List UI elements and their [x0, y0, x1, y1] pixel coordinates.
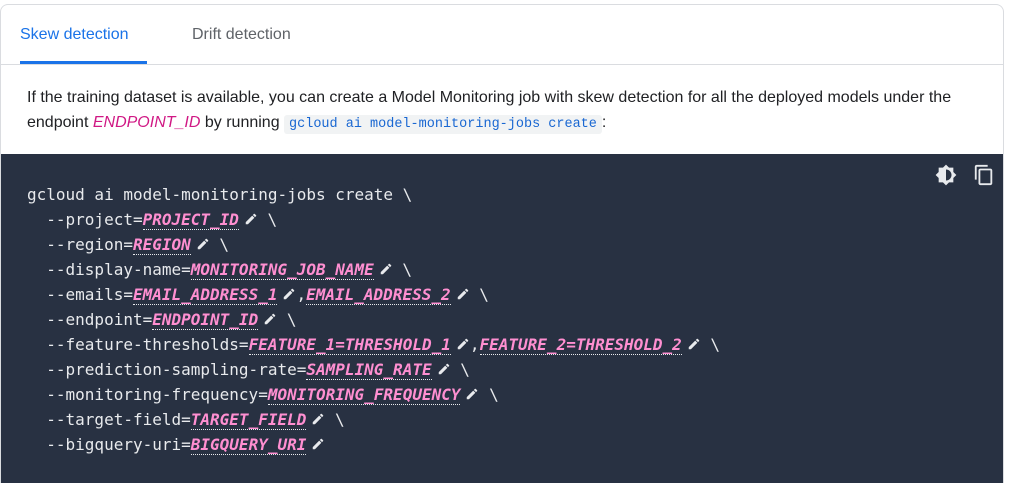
code-line-continuation: \ — [469, 285, 489, 304]
edit-icon[interactable] — [437, 362, 451, 376]
dark-theme-icon[interactable] — [935, 164, 957, 186]
edit-icon[interactable] — [687, 337, 701, 351]
code-flag: --project= — [27, 210, 143, 229]
copy-icon[interactable] — [973, 164, 995, 186]
code-flag: --target-field= — [27, 410, 191, 429]
code-line: --project=PROJECT_ID \ — [27, 210, 278, 230]
code-flag: --region= — [27, 235, 133, 254]
code-line-continuation: \ — [277, 310, 297, 329]
code-placeholder[interactable]: TARGET_FIELD — [190, 410, 307, 430]
code-sample-card: Skew detection Drift detection If the tr… — [0, 4, 1004, 483]
code-flag: --bigquery-uri= — [27, 435, 191, 454]
code-flag: --prediction-sampling-rate= — [27, 360, 307, 379]
code-placeholder[interactable]: SAMPLING_RATE — [306, 360, 432, 380]
code-placeholder[interactable]: PROJECT_ID — [142, 210, 239, 230]
code-line: --region=REGION \ — [27, 235, 230, 255]
code-line: --target-field=TARGET_FIELD \ — [27, 410, 345, 430]
tab-skew-detection[interactable]: Skew detection — [20, 5, 147, 64]
code-placeholder[interactable]: EMAIL_ADDRESS_1 — [132, 285, 278, 305]
edit-icon[interactable] — [379, 262, 393, 276]
edit-icon[interactable] — [311, 412, 325, 426]
code-flag: --display-name= — [27, 260, 191, 279]
edit-icon[interactable] — [456, 337, 470, 351]
edit-icon[interactable] — [282, 287, 296, 301]
code-flag: --emails= — [27, 285, 133, 304]
code-flag: --monitoring-frequency= — [27, 385, 268, 404]
description-paragraph: If the training dataset is available, yo… — [27, 85, 977, 137]
code-placeholder[interactable]: FEATURE_2=THRESHOLD_2 — [479, 335, 682, 355]
code-placeholder[interactable]: FEATURE_1=THRESHOLD_1 — [248, 335, 451, 355]
edit-icon[interactable] — [456, 287, 470, 301]
code-line-continuation: \ — [209, 235, 230, 254]
code-placeholder[interactable]: MONITORING_JOB_NAME — [190, 260, 374, 280]
code-line-continuation: \ — [450, 360, 470, 379]
code-separator: , — [296, 285, 307, 304]
code-block: gcloud ai model-monitoring-jobs create \… — [1, 154, 1003, 483]
code-line: --bigquery-uri=BIGQUERY_URI — [27, 435, 325, 455]
code-placeholder[interactable]: ENDPOINT_ID — [152, 310, 259, 330]
edit-icon[interactable] — [196, 237, 210, 251]
code-line-continuation: \ — [325, 410, 345, 429]
tab-bar: Skew detection Drift detection — [1, 5, 1003, 65]
description-text: by running — [200, 114, 285, 131]
code-line: --endpoint=ENDPOINT_ID \ — [27, 310, 297, 330]
code-placeholder[interactable]: BIGQUERY_URI — [190, 435, 307, 455]
code-line: --monitoring-frequency=MONITORING_FREQUE… — [27, 385, 499, 405]
code-line: --prediction-sampling-rate=SAMPLING_RATE… — [27, 360, 470, 380]
edit-icon[interactable] — [465, 387, 479, 401]
code-line-continuation: \ — [257, 210, 278, 229]
code-flag: --endpoint= — [27, 310, 153, 329]
code-flag: --feature-thresholds= — [27, 335, 249, 354]
edit-icon[interactable] — [263, 312, 277, 326]
tab-drift-detection[interactable]: Drift detection — [192, 5, 312, 64]
tab-label: Drift detection — [192, 25, 291, 43]
tab-label: Skew detection — [20, 25, 129, 43]
endpoint-variable: ENDPOINT_ID — [92, 114, 201, 131]
edit-icon[interactable] — [244, 212, 258, 226]
code-placeholder[interactable]: EMAIL_ADDRESS_2 — [306, 285, 451, 305]
code-separator: , — [469, 335, 480, 354]
code-line: --display-name=MONITORING_JOB_NAME \ — [27, 260, 413, 280]
code-placeholder[interactable]: MONITORING_FREQUENCY — [267, 385, 461, 405]
code-line-continuation: \ — [700, 335, 721, 354]
code-line: --emails=EMAIL_ADDRESS_1 ,EMAIL_ADDRESS_2… — [27, 285, 489, 305]
code-placeholder[interactable]: REGION — [132, 235, 191, 255]
code-line-continuation: \ — [392, 260, 413, 279]
code-line: --feature-thresholds=FEATURE_1=THRESHOLD… — [27, 335, 721, 355]
code-command: gcloud ai model-monitoring-jobs create \ — [27, 185, 413, 204]
code-toolbar — [935, 164, 995, 186]
code-text[interactable]: gcloud ai model-monitoring-jobs create \… — [27, 182, 720, 457]
description-text: : — [601, 114, 607, 131]
code-flag-lines: --project=PROJECT_ID \ --region=REGION \… — [27, 210, 721, 455]
inline-command: gcloud ai model-monitoring-jobs create — [284, 115, 602, 134]
edit-icon[interactable] — [311, 437, 325, 451]
code-line-continuation: \ — [479, 385, 499, 404]
